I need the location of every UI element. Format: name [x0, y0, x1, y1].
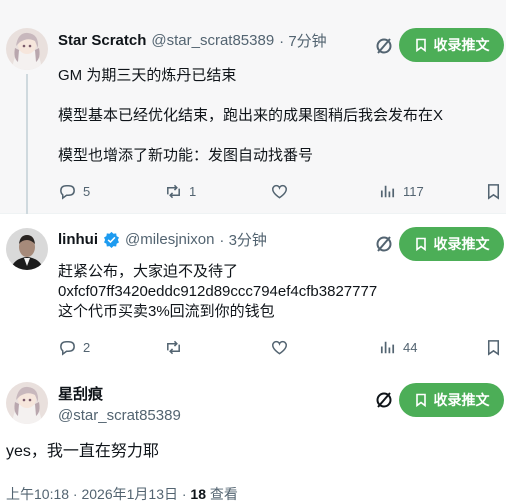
bookmark-button[interactable]: [484, 182, 503, 201]
tweet-header: 星刮痕 @star_scrat85389: [58, 384, 181, 426]
verified-badge-icon: [104, 231, 119, 248]
tweet-actions: 5 1 117: [58, 182, 504, 202]
like-button[interactable]: [270, 182, 295, 201]
tweet-datetime[interactable]: 上午10:18 · 2026年1月13日 ·: [6, 486, 190, 502]
tweet-header: linhui @milesjnixon · 3分钟: [58, 229, 267, 250]
tweet-star-scratch[interactable]: Star Scratch @star_scrat85389 · 7分钟 收录推文…: [0, 0, 506, 214]
tweet-meta: 上午10:18 · 2026年1月13日 · 18 查看: [6, 484, 238, 504]
tweet-linhui[interactable]: linhui @milesjnixon · 3分钟 收录推文 赶紧公布，大家迫不…: [0, 214, 506, 370]
display-name[interactable]: Star Scratch: [58, 32, 146, 49]
user-handle[interactable]: @star_scrat85389: [58, 405, 181, 426]
bookmark-icon: [487, 184, 500, 200]
display-name[interactable]: 星刮痕: [58, 384, 181, 405]
tweet-text: yes，我一直在努力耶: [6, 443, 159, 460]
tweet-header: Star Scratch @star_scrat85389 · 7分钟: [58, 30, 327, 51]
collect-tweet-button[interactable]: 收录推文: [399, 227, 504, 261]
reply-button[interactable]: 2: [58, 338, 90, 357]
bookmark-icon: [415, 38, 426, 52]
repost-button[interactable]: [164, 338, 189, 357]
reply-button[interactable]: 5: [58, 182, 90, 201]
mute-icon[interactable]: [374, 234, 394, 254]
user-handle[interactable]: @milesjnixon: [125, 231, 214, 248]
views-button[interactable]: 44: [378, 338, 417, 357]
tweet-text: 赶紧公布，大家迫不及待了 0xfcf07ff3420eddc912d89ccc7…: [58, 263, 378, 320]
display-name[interactable]: linhui: [58, 231, 98, 248]
view-count: 18: [190, 486, 206, 502]
avatar[interactable]: [6, 382, 48, 424]
avatar[interactable]: [6, 228, 48, 270]
mute-icon[interactable]: [374, 36, 394, 56]
reply-icon: [60, 185, 75, 200]
tweet-text: GM 为期三天的炼丹已结束 模型基本已经优化结束，跑出来的成果图稍后我会发布在X…: [58, 67, 444, 164]
bookmark-button[interactable]: [484, 338, 503, 357]
heart-icon: [271, 184, 288, 199]
collect-tweet-button[interactable]: 收录推文: [399, 383, 504, 417]
bookmark-icon: [487, 340, 500, 356]
views-button[interactable]: 117: [378, 182, 424, 201]
heart-icon: [271, 340, 288, 355]
timestamp[interactable]: · 7分钟: [279, 30, 327, 51]
mute-icon[interactable]: [374, 390, 394, 410]
bookmark-icon: [415, 237, 426, 251]
repost-button[interactable]: 1: [164, 182, 196, 201]
reply-icon: [60, 341, 75, 356]
like-button[interactable]: [270, 338, 295, 357]
timestamp[interactable]: · 3分钟: [219, 229, 267, 250]
bar-chart-icon: [380, 185, 395, 198]
repost-icon: [167, 340, 180, 355]
repost-icon: [167, 184, 180, 199]
bookmark-icon: [415, 393, 426, 407]
tweet-actions: 2 44: [58, 338, 504, 358]
collect-tweet-button[interactable]: 收录推文: [399, 28, 504, 62]
avatar[interactable]: [6, 28, 48, 70]
bar-chart-icon: [380, 341, 395, 354]
tweet-main: 星刮痕 @star_scrat85389 收录推文 yes，我一直在努力耶 上午…: [0, 370, 506, 504]
view-label: 查看: [206, 486, 238, 502]
user-handle[interactable]: @star_scrat85389: [151, 32, 274, 49]
